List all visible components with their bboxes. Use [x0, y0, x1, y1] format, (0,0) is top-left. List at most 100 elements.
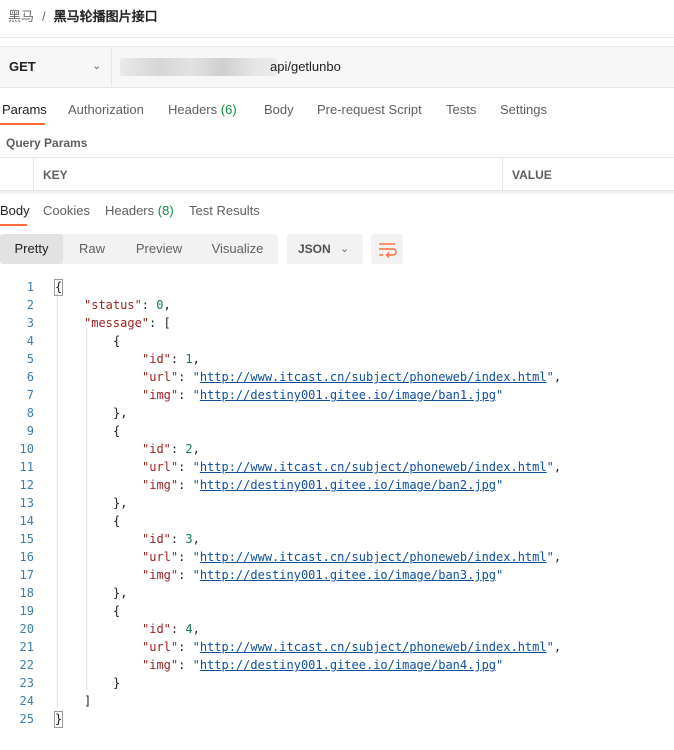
code-text: } — [113, 674, 120, 692]
code-line: 12 "img": "http://destiny001.gitee.io/ima… — [0, 476, 674, 494]
code-line: 8}, — [0, 404, 674, 422]
code-line: 2 "status": 0, — [0, 296, 674, 314]
response-tab-test-results[interactable]: Test Results — [189, 203, 260, 218]
json-link[interactable]: http://destiny001.gitee.io/image/ban3.jp… — [200, 568, 496, 582]
tab-params[interactable]: Params — [2, 102, 47, 117]
code-text: "url": "http://www.itcast.cn/subject/pho… — [142, 638, 561, 656]
json-quote: " — [192, 460, 200, 474]
line-number: 3 — [26, 316, 34, 330]
tab-pre-request-script[interactable]: Pre-request Script — [317, 102, 422, 117]
column-divider — [502, 158, 503, 190]
line-number: 9 — [26, 424, 34, 438]
tab-authorization[interactable]: Authorization — [68, 102, 144, 117]
method-label: GET — [9, 58, 36, 74]
tab-tests[interactable]: Tests — [446, 102, 476, 117]
code-line: 13}, — [0, 494, 674, 512]
json-punct: }, — [113, 586, 128, 600]
line-number: 8 — [26, 406, 34, 420]
code-line: 10 "id": 2, — [0, 440, 674, 458]
json-link[interactable]: http://www.itcast.cn/subject/phoneweb/in… — [200, 460, 547, 474]
column-value: VALUE — [512, 168, 552, 182]
json-quote: " — [496, 388, 504, 402]
json-punct: , — [553, 460, 562, 474]
response-tab-headers[interactable]: Headers (8) — [105, 203, 174, 218]
code-text: { — [113, 602, 120, 620]
json-quote: " — [192, 388, 200, 402]
json-punct: , — [553, 370, 562, 384]
code-line: 22 "img": "http://destiny001.gitee.io/ima… — [0, 656, 674, 674]
response-tab-cookies[interactable]: Cookies — [43, 203, 90, 218]
line-number: 12 — [19, 478, 34, 492]
code-text: "img": "http://destiny001.gitee.io/image… — [142, 386, 503, 404]
json-punct: : — [141, 298, 157, 312]
json-link[interactable]: http://www.itcast.cn/subject/phoneweb/in… — [200, 640, 547, 654]
json-punct: } — [113, 676, 121, 690]
code-text: ] — [84, 692, 91, 710]
url-input[interactable]: api/getlunbo — [270, 59, 341, 74]
json-link[interactable]: http://destiny001.gitee.io/image/ban1.jp… — [200, 388, 496, 402]
code-line: 21 "url": "http://www.itcast.cn/subject/p… — [0, 638, 674, 656]
line-number: 16 — [19, 550, 34, 564]
code-text: "message": [ — [84, 314, 171, 332]
json-punct: : — [170, 442, 186, 456]
breadcrumb-parent[interactable]: 黑马 — [8, 9, 34, 24]
json-punct: : — [178, 478, 193, 492]
code-text: "status": 0, — [84, 296, 171, 314]
line-number: 20 — [19, 622, 34, 636]
code-text: "img": "http://destiny001.gitee.io/image… — [142, 656, 503, 674]
column-key: KEY — [43, 168, 68, 182]
json-link[interactable]: http://destiny001.gitee.io/image/ban2.jp… — [200, 478, 496, 492]
code-line: 11 "url": "http://www.itcast.cn/subject/p… — [0, 458, 674, 476]
json-punct: : — [178, 388, 193, 402]
line-number: 10 — [19, 442, 34, 456]
code-text: { — [113, 512, 120, 530]
tab-headers[interactable]: Headers (6) — [168, 102, 237, 117]
line-number: 13 — [19, 496, 34, 510]
json-punct: : — [170, 622, 186, 636]
json-quote: " — [192, 640, 200, 654]
json-key: "id" — [142, 622, 171, 636]
json-key: "url" — [142, 370, 179, 384]
json-key: "img" — [142, 568, 179, 582]
params-table-header: KEY VALUE — [0, 157, 674, 191]
json-link[interactable]: http://www.itcast.cn/subject/phoneweb/in… — [200, 550, 547, 564]
bracket-match-highlight — [54, 279, 63, 296]
view-preview[interactable]: Preview — [121, 234, 197, 264]
line-number: 18 — [19, 586, 34, 600]
pane-divider[interactable] — [0, 191, 674, 195]
json-punct: : [ — [149, 316, 171, 330]
code-text: }, — [113, 584, 127, 602]
json-punct: ] — [84, 694, 92, 708]
view-visualize[interactable]: Visualize — [197, 234, 278, 264]
code-line: 25} — [0, 710, 674, 728]
line-number: 11 — [19, 460, 34, 474]
json-punct: : — [170, 532, 186, 546]
view-pretty[interactable]: Pretty — [0, 234, 63, 264]
method-select[interactable]: GET ⌄ — [0, 46, 112, 86]
json-punct: }, — [113, 406, 128, 420]
line-number: 21 — [19, 640, 34, 654]
code-text: "id": 4, — [142, 620, 200, 638]
code-text: { — [113, 422, 120, 440]
tab-settings[interactable]: Settings — [500, 102, 547, 117]
json-link[interactable]: http://destiny001.gitee.io/image/ban4.jp… — [200, 658, 496, 672]
line-number: 14 — [19, 514, 34, 528]
format-select[interactable]: JSON ⌄ — [287, 234, 363, 264]
header-divider — [0, 37, 674, 38]
tab-body[interactable]: Body — [264, 102, 294, 117]
code-line: 9{ — [0, 422, 674, 440]
code-line: 4{ — [0, 332, 674, 350]
json-number: 3 — [185, 532, 193, 546]
line-number: 24 — [19, 694, 34, 708]
view-raw[interactable]: Raw — [63, 234, 121, 264]
chevron-down-icon: ⌄ — [92, 60, 102, 72]
json-link[interactable]: http://www.itcast.cn/subject/phoneweb/in… — [200, 370, 547, 384]
json-punct: , — [192, 622, 200, 636]
wrap-lines-button[interactable] — [371, 234, 403, 264]
json-quote: " — [192, 658, 200, 672]
response-tab-body[interactable]: Body — [0, 203, 30, 218]
json-punct: , — [192, 442, 200, 456]
json-punct: , — [192, 532, 200, 546]
json-quote: " — [192, 550, 200, 564]
json-key: "id" — [142, 532, 171, 546]
